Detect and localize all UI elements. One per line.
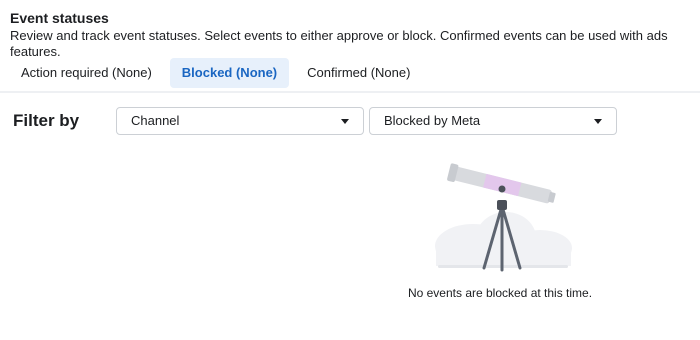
status-tabs: Action required (None) Blocked (None) Co… — [9, 58, 428, 88]
status-select[interactable]: Blocked by Meta — [369, 107, 617, 135]
tab-action-required[interactable]: Action required (None) — [9, 58, 164, 88]
telescope-illustration — [428, 158, 578, 278]
page-header: Event statuses Review and track event st… — [10, 8, 700, 60]
channel-select[interactable]: Channel — [116, 107, 364, 135]
caret-down-icon — [341, 119, 349, 124]
page-title: Event statuses — [10, 10, 109, 26]
channel-select-value: Channel — [131, 113, 180, 128]
status-select-value: Blocked by Meta — [384, 113, 481, 128]
tab-confirmed[interactable]: Confirmed (None) — [295, 58, 422, 88]
filter-label: Filter by — [13, 111, 80, 130]
tab-blocked[interactable]: Blocked (None) — [169, 58, 290, 88]
tabs-divider — [0, 91, 700, 93]
caret-down-icon — [594, 119, 602, 124]
empty-state-message: No events are blocked at this time. — [407, 286, 593, 300]
page-description: Review and track event statuses. Select … — [10, 28, 668, 59]
